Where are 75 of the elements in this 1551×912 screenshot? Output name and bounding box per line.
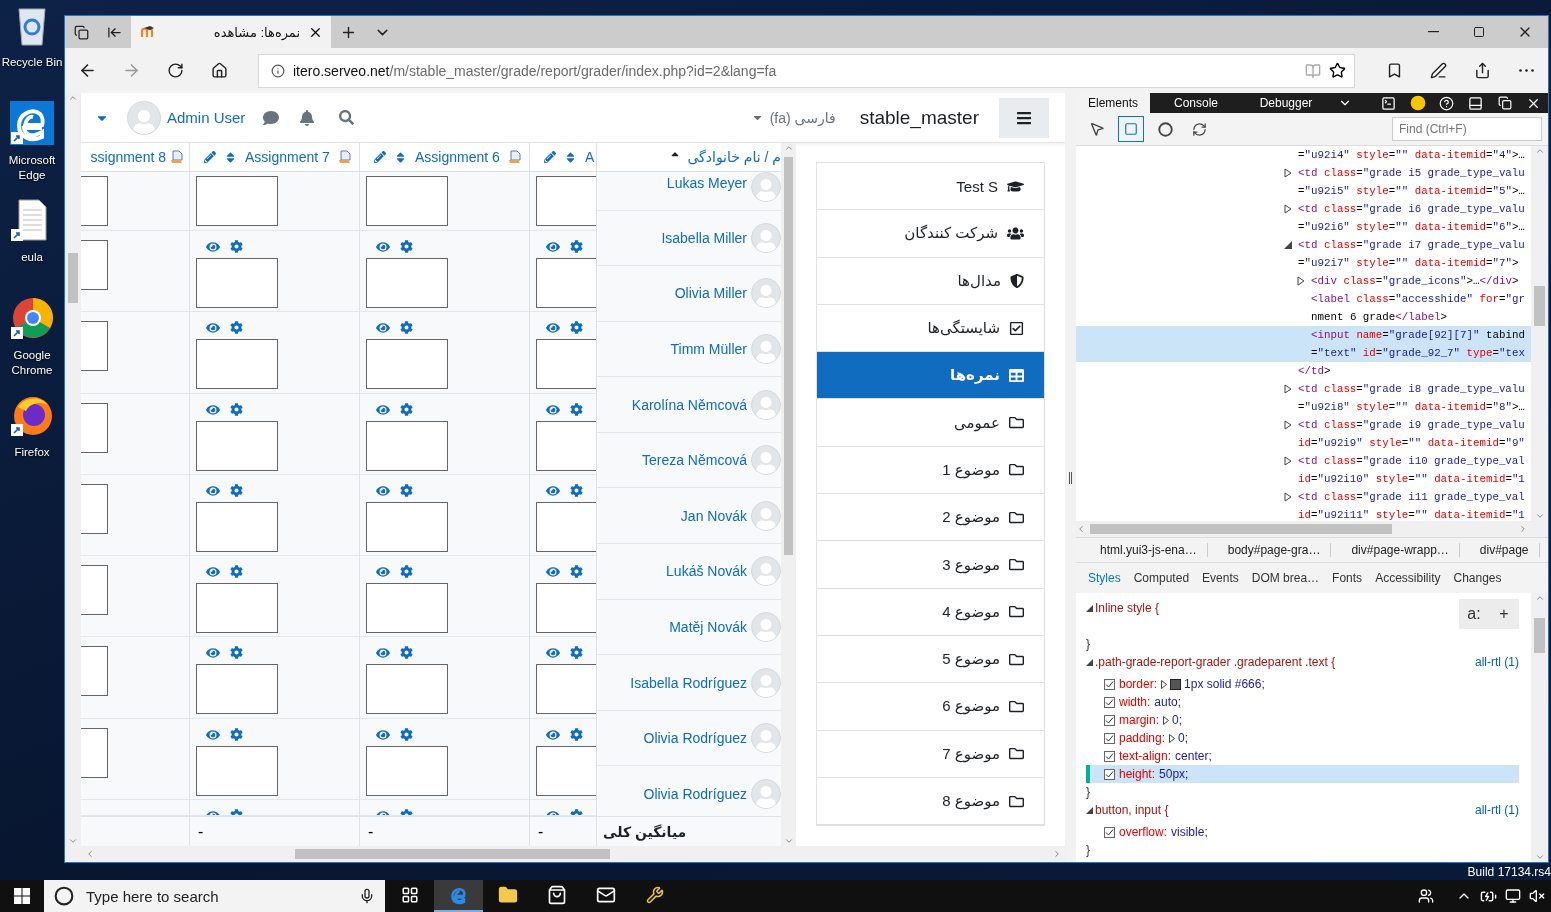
student-name-link[interactable]: Isabella Rodríguez — [630, 671, 747, 694]
css-selector: Inline style { — [1086, 599, 1160, 617]
student-name-link[interactable]: Lukáš Novák — [666, 560, 747, 583]
tree-node[interactable]: <input name="grade[92][7]" tabind ="text" id="grade_92_7" type="tex — [1076, 326, 1531, 362]
search-input[interactable]: Type here to search — [84, 886, 349, 906]
closing-brace: } — [1086, 636, 1091, 653]
average-cell: - — [530, 816, 596, 846]
address-bar[interactable]: itero.serveo.net/m/stable_master/grade/report/grader/index.php?id=2&lang=fa — [258, 53, 1355, 88]
breadcrumb-link[interactable]: html.yui3-js-ena… — [1084, 543, 1208, 557]
css-property[interactable]: border: 1px solid #666; — [1086, 675, 1519, 693]
style-action-button[interactable]: a: — [1459, 605, 1489, 623]
student-name-link[interactable]: Olivia Miller — [674, 282, 747, 305]
column-heading-link[interactable]: Assignment 7 — [245, 149, 330, 165]
css-property[interactable]: padding: 0; — [1086, 729, 1519, 747]
css-selector: button, input { — [1086, 801, 1169, 819]
css-selector: .path-grade-report-grader .gradeparent .text { — [1086, 653, 1336, 671]
desktop-icon-label: eula — [20, 250, 44, 265]
desktop-icon-label: Microsoft Edge — [7, 152, 57, 183]
tree-node[interactable]: <td class="grade i9 grade_type_valu id="u92i9" style="" data-itemid="9" — [1076, 416, 1531, 452]
tree-node[interactable]: <div class="grade_icons">…</div> — [1076, 272, 1531, 290]
panel-tab[interactable]: Accessibility — [1375, 571, 1441, 585]
panel-tab[interactable]: DOM brea… — [1251, 571, 1320, 585]
breadcrumb-link[interactable]: body#page-gra… — [1211, 543, 1332, 557]
student-name-link[interactable]: Isabella Miller — [661, 226, 747, 249]
build-label: Build 17134.rs4 — [1467, 864, 1551, 879]
desktop-icon-label: Google Chrome — [10, 347, 54, 378]
panel-tab[interactable]: Fonts — [1332, 571, 1363, 585]
tree-node[interactable]: <td class="grade i5 grade_type_valu ="u92i5" style="" data-itemid="5">… — [1076, 164, 1531, 200]
student-name-link[interactable]: Matěj Novák — [669, 615, 747, 638]
nav-item[interactable]: نمره‌ها — [817, 352, 1044, 400]
source-link[interactable]: all-rtl (1) — [1475, 801, 1519, 819]
breadcrumb-link[interactable]: div#page-wrapp… — [1335, 543, 1460, 557]
panel-tab[interactable]: Changes — [1453, 571, 1502, 585]
tree-node[interactable]: <td class="grade i6 grade_type_valu ="u92i6" style="" data-itemid="6">… — [1076, 200, 1531, 236]
panel-tab[interactable]: Computed — [1133, 571, 1190, 585]
tree-node[interactable]: <td class="grade i8 grade_type_valu ="u92i8" style="" data-itemid="8">… — [1076, 380, 1531, 416]
css-property[interactable]: margin: 0; — [1086, 711, 1519, 729]
style-action-button[interactable]: + — [1489, 605, 1519, 623]
column-heading-link[interactable]: ssignment 8 — [90, 149, 166, 165]
taskbar-search-bar[interactable]: Type here to search — [44, 880, 385, 912]
user-menu-link[interactable]: Admin User — [167, 109, 246, 126]
average-cell: - — [190, 816, 359, 846]
desktop-icon-label: Recycle Bin — [0, 55, 64, 70]
panel-tab[interactable]: Styles — [1088, 571, 1121, 585]
student-name-link[interactable]: Timm Müller — [670, 338, 747, 360]
tree-node[interactable]: ="u92i4" style="" data-itemid="4">… — [1076, 146, 1531, 164]
tab-title: نمره‌ها: مشاهده — [212, 24, 300, 40]
student-name-link[interactable]: Jan Novák — [680, 504, 747, 527]
student-name-link[interactable]: Lukas Meyer — [666, 172, 747, 194]
css-property[interactable]: width: auto; — [1086, 693, 1519, 711]
find-field[interactable]: Find (Ctrl+F) — [1392, 117, 1542, 141]
tree-node[interactable]: <td class="grade i11 grade_type_val id="u92i11" style="" data-itemid="1 — [1076, 488, 1531, 521]
tree-node[interactable]: <td class="grade i10 grade_type_val id="u92i10" style="" data-itemid="1 — [1076, 452, 1531, 488]
student-name-link[interactable]: Olivia Rodríguez — [643, 782, 747, 805]
student-name-link[interactable]: Olivia Rodríguez — [643, 727, 747, 750]
student-name-link[interactable]: Tereza Němcová — [641, 449, 747, 472]
closing-brace: } — [1086, 842, 1091, 859]
browser-tab[interactable]: نمره‌ها: مشاهده — [131, 16, 331, 48]
desktop-icon-label: Firefox — [13, 445, 51, 460]
language-menu[interactable]: فارسی (fa) — [769, 109, 836, 126]
source-link[interactable]: all-rtl (1) — [1475, 653, 1519, 671]
tree-node[interactable]: <td class="grade i7 grade_type_valu ="u92i7" style="" data-itemid="7"> — [1076, 236, 1531, 272]
css-property[interactable]: height: 50px; — [1086, 765, 1519, 783]
average-cell: - — [360, 816, 529, 846]
student-name-link[interactable]: Karolína Němcová — [631, 393, 747, 416]
column-heading-link[interactable]: A — [585, 149, 595, 165]
breadcrumb-link[interactable]: div#page — [1463, 543, 1540, 557]
css-property[interactable]: overflow: visible; — [1086, 823, 1519, 841]
column-heading-link[interactable]: Assignment 6 — [415, 149, 500, 165]
panel-tab[interactable]: Events — [1202, 571, 1239, 585]
code-line: </td> — [1298, 365, 1331, 377]
closing-brace: } — [1086, 784, 1091, 801]
site-name[interactable]: stable_master — [859, 106, 979, 129]
css-property[interactable]: text-align: center; — [1086, 747, 1519, 765]
devtools-tab[interactable]: Elements — [1076, 93, 1150, 113]
